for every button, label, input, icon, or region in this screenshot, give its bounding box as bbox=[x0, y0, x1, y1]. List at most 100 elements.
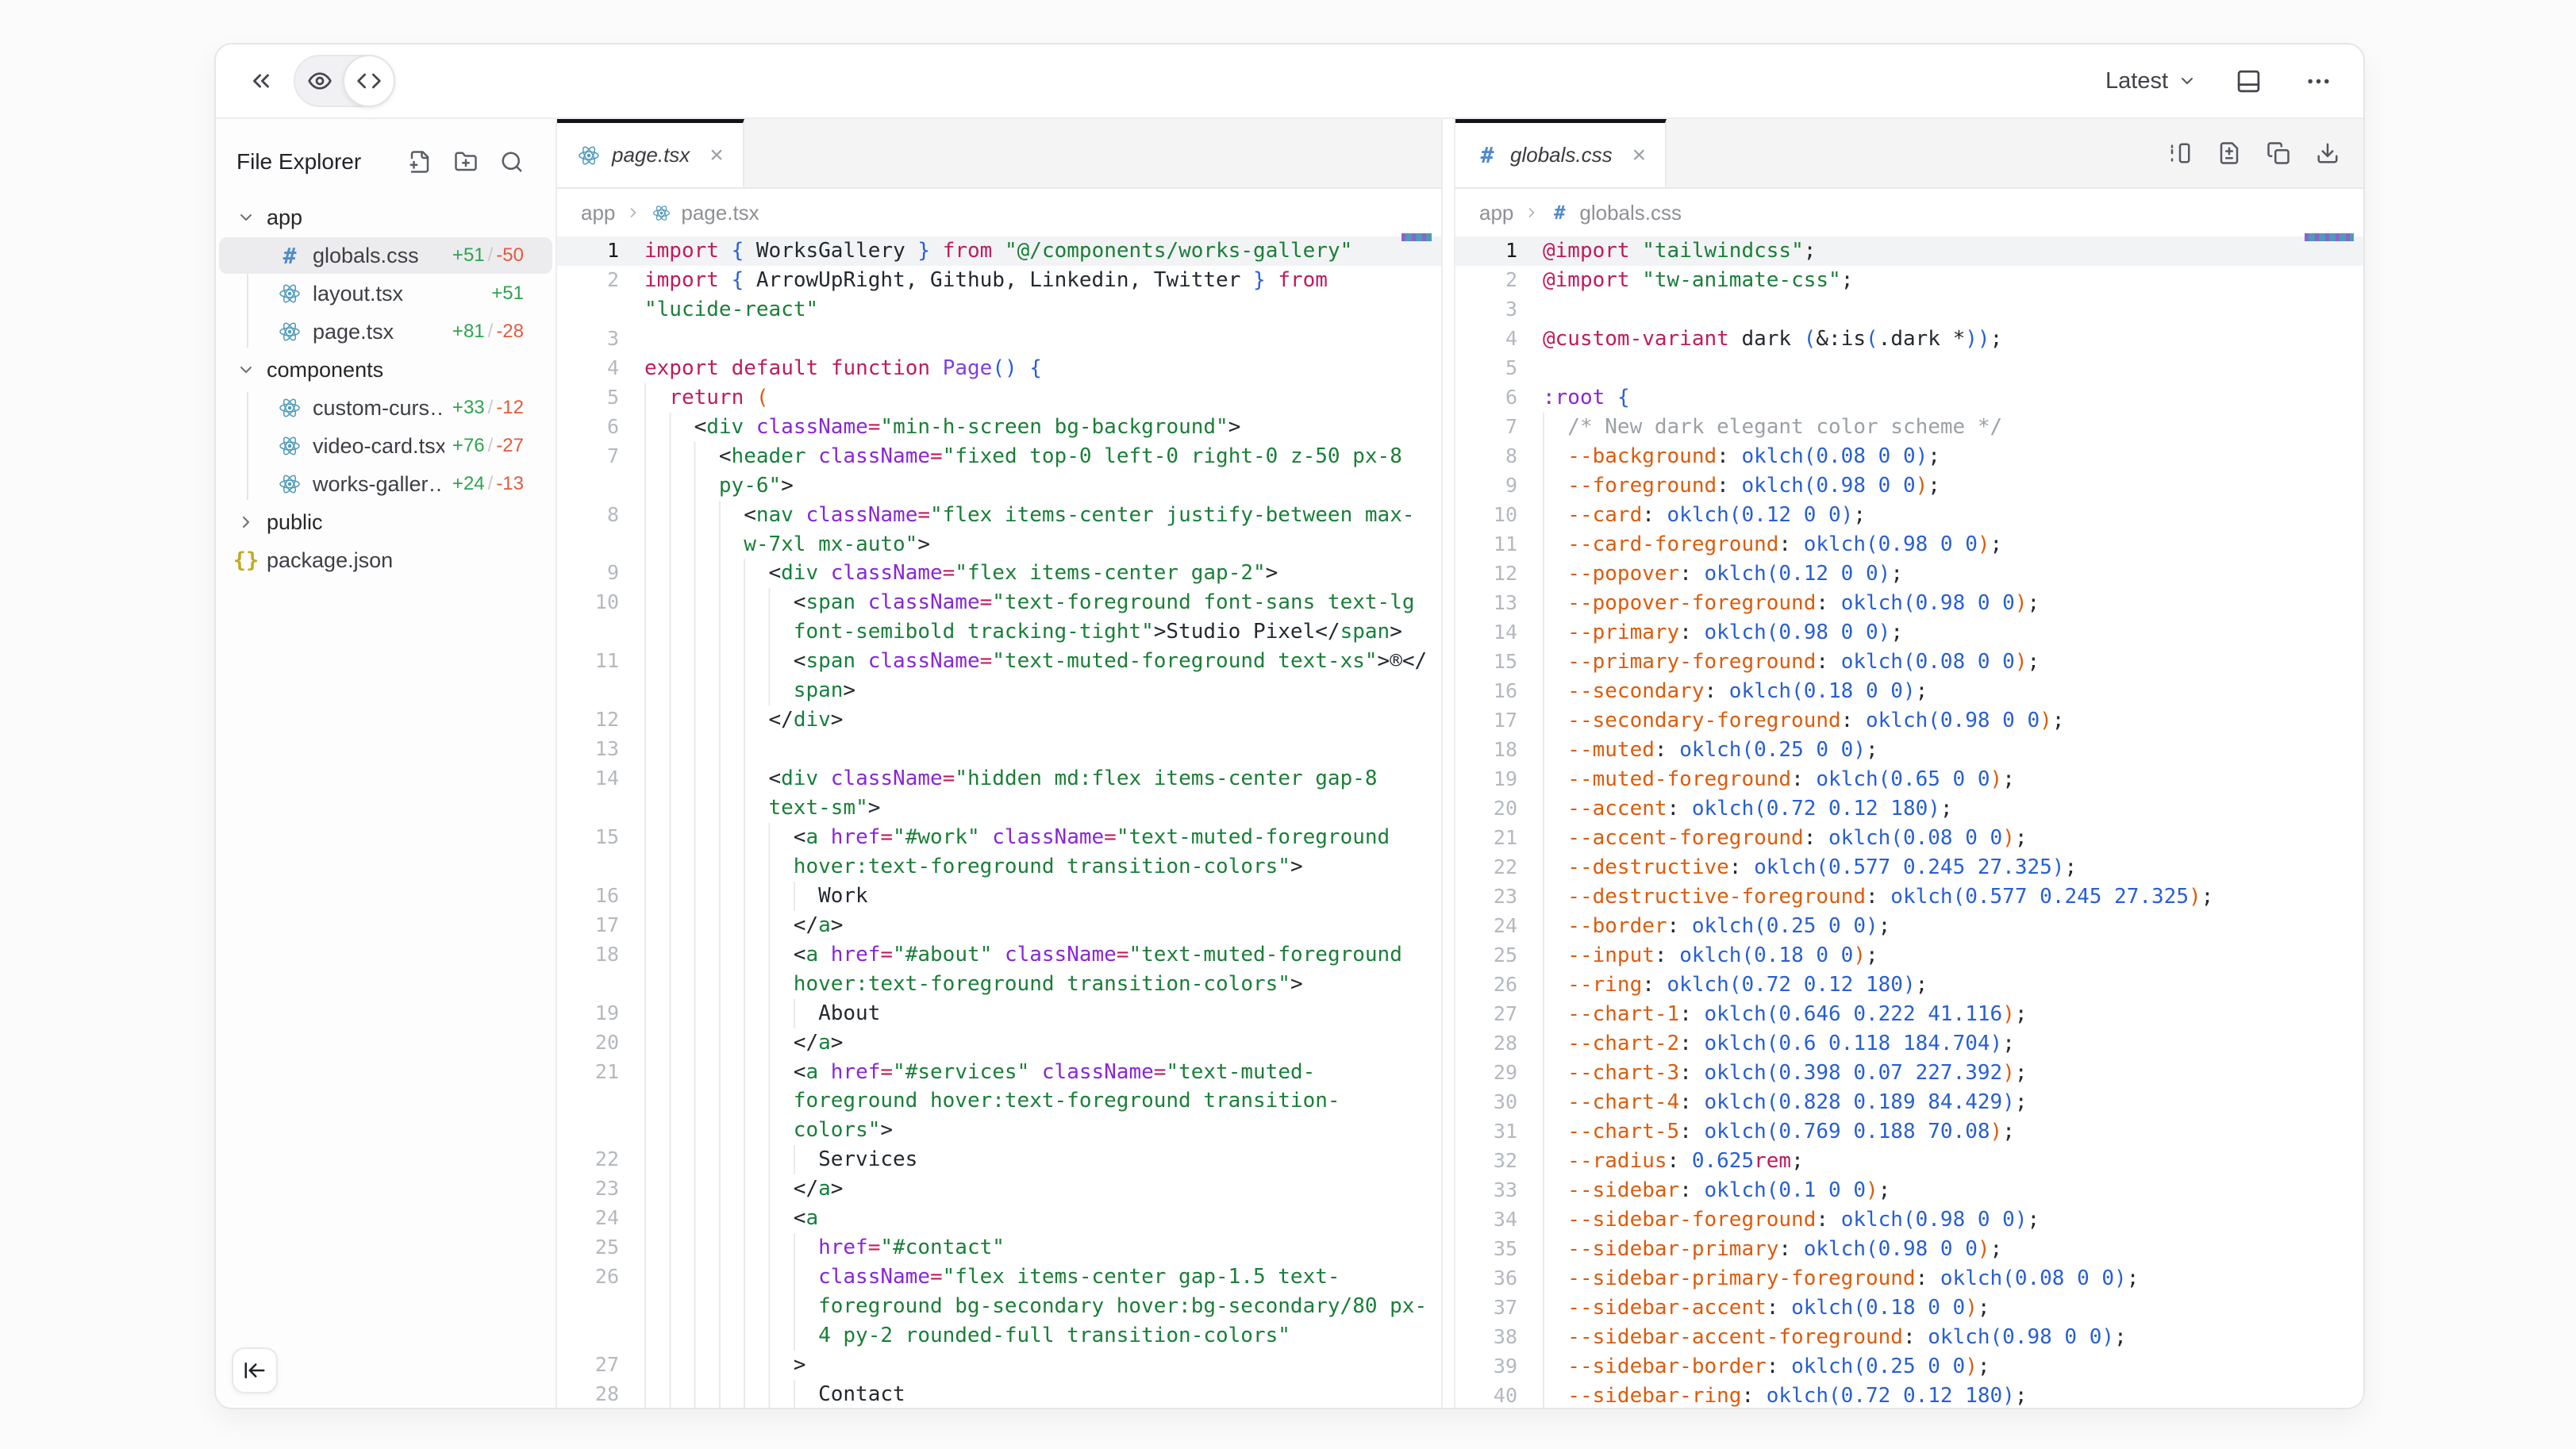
editor-pane-globals-css: # globals.css × app # globals.cs bbox=[1454, 119, 2363, 1408]
line-number: 16 bbox=[1455, 677, 1519, 706]
tree-file-layout-tsx[interactable]: layout.tsx+51 bbox=[216, 275, 556, 313]
code-line: 22Services bbox=[557, 1145, 1441, 1174]
line-number: 18 bbox=[1455, 736, 1519, 765]
file-diff-icon[interactable] bbox=[2217, 141, 2241, 165]
tree-file-video-card-tsx[interactable]: video-card.tsx+76/-27 bbox=[216, 427, 556, 465]
css-file-icon: # bbox=[278, 244, 302, 267]
diff-stats: +51/-50 bbox=[444, 244, 524, 267]
line-number: 27 bbox=[557, 1351, 621, 1380]
code-line: 12</div> bbox=[557, 705, 1441, 735]
code-line: 38--sidebar-accent-foreground: oklch(0.9… bbox=[1455, 1323, 2363, 1352]
tree-folder-public[interactable]: public bbox=[216, 503, 556, 541]
line-number: 17 bbox=[1455, 706, 1519, 736]
react-file-icon bbox=[278, 434, 302, 458]
code-line: 26--ring: oklch(0.72 0.12 180); bbox=[1455, 970, 2363, 1000]
panel-bottom-button[interactable] bbox=[2230, 63, 2266, 99]
line-content: <a bbox=[644, 1204, 1432, 1233]
file-name: app bbox=[267, 206, 524, 230]
version-dropdown[interactable]: Latest bbox=[2105, 68, 2197, 94]
line-content: <div className="min-h-screen bg-backgrou… bbox=[644, 413, 1432, 442]
tree-file-package-json[interactable]: {}package.json bbox=[216, 541, 556, 579]
line-number: 22 bbox=[1455, 853, 1519, 882]
preview-toggle-button[interactable] bbox=[294, 55, 346, 107]
line-number: 1 bbox=[557, 236, 621, 266]
code-line: 23--destructive-foreground: oklch(0.577 … bbox=[1455, 882, 2363, 912]
close-icon[interactable]: × bbox=[1632, 144, 1647, 167]
horizontal-scrollbar[interactable] bbox=[1401, 233, 1432, 241]
tab-globals-css[interactable]: # globals.css × bbox=[1455, 119, 1667, 187]
line-number: 5 bbox=[557, 383, 621, 413]
breadcrumb-file[interactable]: globals.css bbox=[1579, 201, 1682, 225]
line-number: 10 bbox=[557, 588, 621, 647]
code-line: 5 bbox=[1455, 354, 2363, 383]
close-icon[interactable]: × bbox=[709, 144, 724, 167]
tree-file-custom-curs-[interactable]: custom-curs…+33/-12 bbox=[216, 389, 556, 427]
breadcrumb-file[interactable]: page.tsx bbox=[681, 201, 759, 225]
line-content: Contact bbox=[644, 1380, 1432, 1408]
tree-file-globals-css[interactable]: #globals.css+51/-50 bbox=[216, 236, 556, 275]
code-toggle-button[interactable] bbox=[343, 55, 395, 107]
line-content: Work bbox=[644, 882, 1432, 911]
line-number: 32 bbox=[1455, 1147, 1519, 1176]
line-content: <span className="text-muted-foreground t… bbox=[644, 647, 1432, 705]
line-content: --sidebar-foreground: oklch(0.98 0 0); bbox=[1543, 1205, 2363, 1235]
line-content: > bbox=[644, 1351, 1432, 1380]
line-number: 24 bbox=[557, 1204, 621, 1233]
code-line: 30--chart-4: oklch(0.828 0.189 84.429); bbox=[1455, 1088, 2363, 1117]
copy-icon[interactable] bbox=[2266, 141, 2290, 165]
tree-file-works-galler-[interactable]: works-galler…+24/-13 bbox=[216, 465, 556, 503]
code-line: 13 bbox=[557, 735, 1441, 764]
download-icon[interactable] bbox=[2316, 141, 2340, 165]
tab-strip: page.tsx × bbox=[557, 119, 1441, 189]
code-line: 14--primary: oklch(0.98 0 0); bbox=[1455, 618, 2363, 648]
new-folder-icon[interactable] bbox=[454, 150, 478, 174]
line-number: 4 bbox=[557, 354, 621, 383]
new-file-icon[interactable] bbox=[408, 150, 432, 174]
line-content: --sidebar-border: oklch(0.25 0 0); bbox=[1543, 1352, 2363, 1382]
code-line: 36--sidebar-primary-foreground: oklch(0.… bbox=[1455, 1264, 2363, 1293]
line-content: --ring: oklch(0.72 0.12 180); bbox=[1543, 970, 2363, 1000]
line-number: 1 bbox=[1455, 236, 1519, 266]
horizontal-scrollbar[interactable] bbox=[2305, 233, 2354, 241]
code-line: 6:root { bbox=[1455, 383, 2363, 413]
breadcrumb-folder[interactable]: app bbox=[581, 201, 615, 225]
react-icon bbox=[578, 144, 600, 167]
line-content: --muted: oklch(0.25 0 0); bbox=[1543, 736, 2363, 765]
code-line: 9--foreground: oklch(0.98 0 0); bbox=[1455, 471, 2363, 501]
line-number: 14 bbox=[1455, 618, 1519, 648]
breadcrumb: app # globals.css bbox=[1455, 189, 2363, 236]
line-number: 29 bbox=[1455, 1059, 1519, 1088]
tree-folder-components[interactable]: components bbox=[216, 351, 556, 389]
code-line: 8<nav className="flex items-center justi… bbox=[557, 501, 1441, 559]
file-name: components bbox=[267, 358, 524, 382]
line-content: About bbox=[644, 999, 1432, 1028]
top-toolbar: Latest bbox=[216, 44, 2363, 119]
line-content: <nav className="flex items-center justif… bbox=[644, 501, 1432, 559]
code-editor-globals-css[interactable]: 1@import "tailwindcss";2@import "tw-anim… bbox=[1455, 236, 2363, 1408]
collapse-sidebar-button[interactable] bbox=[232, 1347, 278, 1393]
tab-page-tsx[interactable]: page.tsx × bbox=[557, 119, 744, 187]
code-line: 4export default function Page() { bbox=[557, 354, 1441, 383]
code-line: 10--card: oklch(0.12 0 0); bbox=[1455, 501, 2363, 530]
code-editor-page-tsx[interactable]: 1import { WorksGallery } from "@/compone… bbox=[557, 236, 1441, 1408]
breadcrumb-folder[interactable]: app bbox=[1479, 201, 1513, 225]
file-name: video-card.tsx bbox=[313, 434, 444, 459]
line-content: --sidebar-accent: oklch(0.18 0 0); bbox=[1543, 1293, 2363, 1323]
line-content: <span className="text-foreground font-sa… bbox=[644, 588, 1432, 647]
code-line: 17</a> bbox=[557, 911, 1441, 940]
ellipsis-icon bbox=[2305, 68, 2332, 94]
tree-folder-app[interactable]: app bbox=[216, 198, 556, 236]
code-line: 10 <span className="text-foreground font-… bbox=[557, 588, 1441, 647]
code-line: 31--chart-5: oklch(0.769 0.188 70.08); bbox=[1455, 1117, 2363, 1147]
file-name: package.json bbox=[267, 548, 524, 573]
split-editor-icon[interactable] bbox=[2168, 141, 2192, 165]
search-icon[interactable] bbox=[500, 150, 524, 174]
code-line: 3 bbox=[1455, 295, 2363, 325]
file-name: page.tsx bbox=[313, 320, 444, 344]
more-options-button[interactable] bbox=[2300, 63, 2336, 99]
code-line: 21--accent-foreground: oklch(0.08 0 0); bbox=[1455, 824, 2363, 853]
tree-file-page-tsx[interactable]: page.tsx+81/-28 bbox=[216, 313, 556, 351]
code-line: 19--muted-foreground: oklch(0.65 0 0); bbox=[1455, 765, 2363, 794]
line-number: 19 bbox=[557, 999, 621, 1028]
collapse-panel-button[interactable] bbox=[243, 63, 279, 99]
